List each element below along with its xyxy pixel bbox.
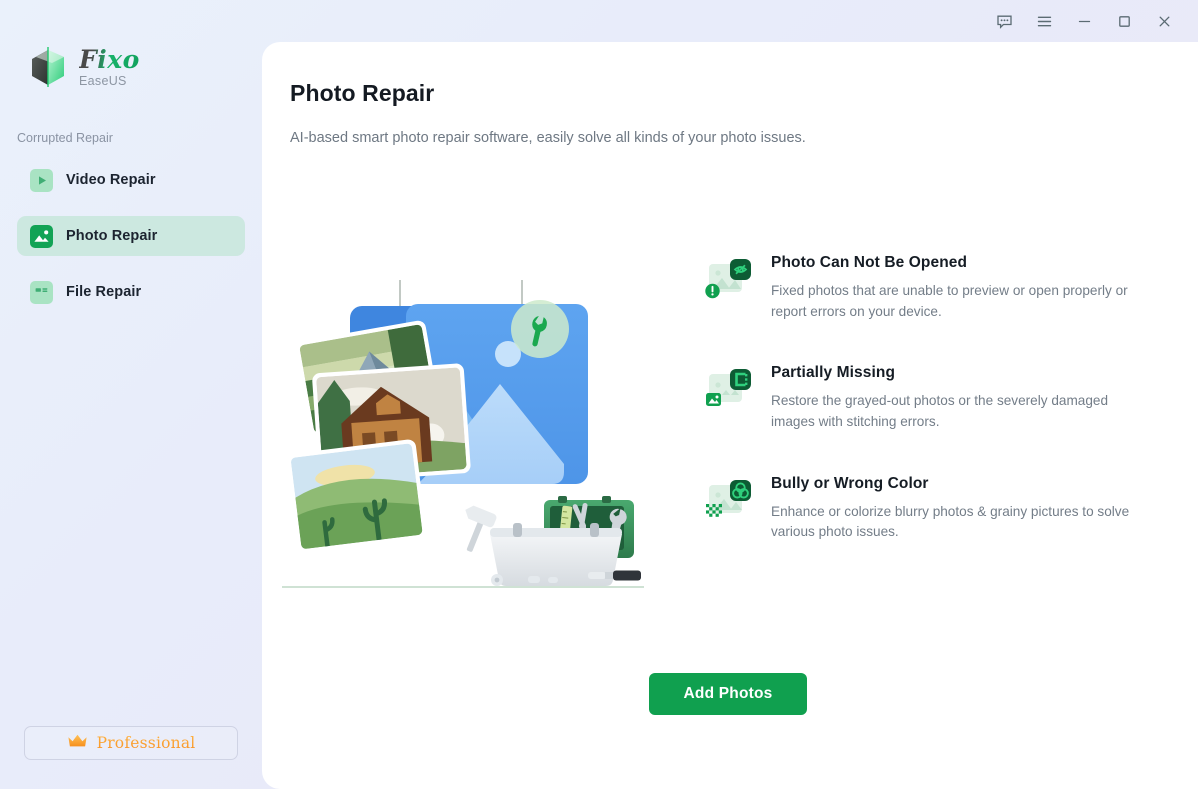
sidebar-item-video-repair[interactable]: Video Repair	[17, 160, 245, 200]
photo-repair-icon	[30, 224, 53, 248]
photo-hidden-eye-icon	[705, 257, 753, 305]
feature-item: Photo Can Not Be Opened Fixed photos tha…	[705, 254, 1155, 322]
sidebar: Fixo EaseUS Corrupted Repair Video Repai…	[0, 0, 262, 789]
add-photos-button[interactable]: Add Photos	[649, 673, 807, 715]
logo-subtitle: EaseUS	[79, 74, 127, 88]
window-titlebar	[0, 0, 1198, 42]
app-logo: Fixo EaseUS	[28, 45, 140, 89]
page-title: Photo Repair	[290, 80, 435, 106]
file-repair-icon	[30, 280, 53, 304]
feature-title: Bully or Wrong Color	[771, 474, 929, 492]
photo-color-wheel-icon	[705, 478, 753, 526]
sidebar-item-label: Video Repair	[66, 172, 156, 188]
main-panel: Photo Repair AI-based smart photo repair…	[262, 42, 1198, 789]
sidebar-section-label: Corrupted Repair	[17, 131, 113, 145]
sidebar-item-photo-repair[interactable]: Photo Repair	[17, 216, 245, 256]
sidebar-item-label: File Repair	[66, 284, 142, 300]
feature-title: Photo Can Not Be Opened	[771, 254, 968, 271]
close-icon[interactable]	[1144, 6, 1184, 36]
feature-description: Enhance or colorize blurry photos & grai…	[771, 503, 1130, 540]
menu-icon[interactable]	[1024, 6, 1064, 36]
professional-label: Professional	[96, 734, 196, 752]
crown-icon	[67, 733, 88, 754]
logo-title: Fixo	[79, 45, 140, 74]
feature-description: Fixed photos that are unable to preview …	[771, 283, 1128, 319]
feature-title: Partially Missing	[771, 364, 896, 382]
photo-partial-crop-icon	[705, 367, 753, 415]
feature-list: Photo Can Not Be Opened Fixed photos tha…	[705, 254, 1155, 585]
feedback-icon[interactable]	[984, 6, 1024, 36]
photo-repair-illustration	[282, 272, 682, 602]
feature-item: Bully or Wrong Color Enhance or colorize…	[705, 475, 1155, 543]
feature-description: Restore the grayed-out photos or the sev…	[771, 393, 1109, 429]
fixo-logo-icon	[28, 45, 70, 89]
minimize-icon[interactable]	[1064, 6, 1104, 36]
video-repair-icon	[30, 168, 53, 192]
professional-upgrade-button[interactable]: Professional	[24, 726, 238, 760]
maximize-icon[interactable]	[1104, 6, 1144, 36]
sidebar-item-label: Photo Repair	[66, 228, 158, 244]
page-subtitle: AI-based smart photo repair software, ea…	[290, 130, 806, 146]
sidebar-item-file-repair[interactable]: File Repair	[17, 272, 245, 312]
feature-item: Partially Missing Restore the grayed-out…	[705, 364, 1155, 432]
